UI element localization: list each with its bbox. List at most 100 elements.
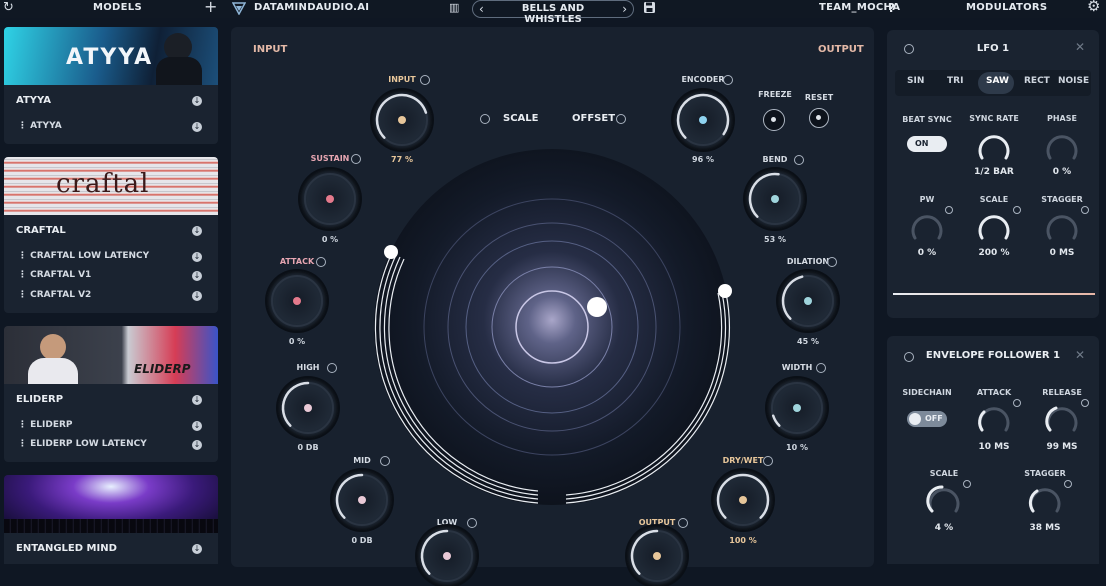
knob-indicator xyxy=(304,404,312,412)
beat-sync-toggle[interactable]: ON xyxy=(907,136,947,152)
close-icon[interactable]: ✕ xyxy=(1075,348,1085,362)
close-icon[interactable]: ✕ xyxy=(1075,40,1085,54)
knob-mod-toggle-drywet[interactable] xyxy=(763,456,773,466)
download-icon[interactable]: ↓ xyxy=(192,252,202,262)
release-label: RELEASE xyxy=(1042,388,1082,397)
waveform-tab-sin[interactable]: SIN xyxy=(907,76,924,86)
env-scale-mod-toggle[interactable] xyxy=(963,480,971,488)
download-icon[interactable]: ↓ xyxy=(192,291,202,301)
knob-low[interactable] xyxy=(417,526,477,586)
model-version[interactable]: ⋮ CRAFTAL V1 xyxy=(18,270,91,280)
knob-indicator xyxy=(771,195,779,203)
lfo-stagger-value: 0 MS xyxy=(1049,248,1075,258)
visualizer-center-handle[interactable] xyxy=(587,297,607,317)
phase-knob[interactable] xyxy=(1044,130,1080,166)
help-icon[interactable]: ? xyxy=(888,1,895,15)
knob-value-drywet: 100 % xyxy=(729,536,757,545)
preset-name[interactable]: BELLS AND WHISTLES xyxy=(495,3,611,25)
download-icon[interactable]: ↓ xyxy=(192,421,202,431)
scale-toggle[interactable] xyxy=(480,114,490,124)
visualizer-handle-right[interactable] xyxy=(718,284,732,298)
knob-mod-toggle-dilation[interactable] xyxy=(827,257,837,267)
knob-high[interactable] xyxy=(278,378,338,438)
knob-sustain[interactable] xyxy=(300,169,360,229)
knob-attack[interactable] xyxy=(267,271,327,331)
knob-indicator xyxy=(358,496,366,504)
release-mod-toggle[interactable] xyxy=(1081,399,1089,407)
knob-mod-toggle-bend[interactable] xyxy=(794,155,804,165)
knob-mod-toggle-high[interactable] xyxy=(327,363,337,373)
knob-drywet[interactable] xyxy=(713,470,773,530)
knob-mod-toggle-mid[interactable] xyxy=(380,456,390,466)
sync-rate-knob[interactable] xyxy=(976,130,1012,166)
offset-toggle[interactable] xyxy=(616,114,626,124)
freeze-button[interactable] xyxy=(763,109,785,131)
download-icon[interactable]: ↓ xyxy=(192,96,202,106)
model-version[interactable]: ⋮ CRAFTAL LOW LATENCY xyxy=(18,251,149,261)
model-card-eliderp[interactable]: ELIDERP ELIDERP ↓ ⋮ ELIDERP ↓ ⋮ ELIDERP … xyxy=(4,326,218,462)
knob-mod-toggle-encoder[interactable] xyxy=(723,75,733,85)
env-stagger-mod-toggle[interactable] xyxy=(1064,480,1072,488)
model-card-entangled-mind[interactable]: ENTANGLED MIND ↓ xyxy=(4,475,218,564)
model-name: CRAFTAL xyxy=(16,225,66,236)
model-card-atyya[interactable]: ATYYA ATYYA ↓ ⋮ ATYYA ↓ xyxy=(4,27,218,144)
waveform-tab-noise[interactable]: NOISE xyxy=(1058,76,1089,86)
gear-icon[interactable]: ⚙ xyxy=(1087,0,1100,14)
pw-mod-toggle[interactable] xyxy=(945,206,953,214)
download-icon[interactable]: ↓ xyxy=(192,440,202,450)
knob-dilation[interactable] xyxy=(778,271,838,331)
model-version[interactable]: ⋮ ATYYA xyxy=(18,121,62,131)
env-scale-knob[interactable] xyxy=(926,483,962,519)
knob-output[interactable] xyxy=(627,526,687,586)
lfo-scale-knob[interactable] xyxy=(976,210,1012,246)
release-knob[interactable] xyxy=(1044,402,1080,438)
add-model-icon[interactable]: + xyxy=(204,0,217,15)
knob-encoder[interactable] xyxy=(673,90,733,150)
knob-mid[interactable] xyxy=(332,470,392,530)
model-version[interactable]: ⋮ ELIDERP LOW LATENCY xyxy=(18,439,147,449)
lfo-stagger-knob[interactable] xyxy=(1044,210,1080,246)
save-icon[interactable] xyxy=(643,1,656,14)
model-version[interactable]: ⋮ CRAFTAL V2 xyxy=(18,290,91,300)
sidechain-toggle[interactable]: OFF xyxy=(907,411,947,427)
waveform-tab-rect[interactable]: RECT xyxy=(1024,76,1050,86)
library-icon[interactable]: ▥ xyxy=(449,1,459,14)
model-version[interactable]: ⋮ ELIDERP xyxy=(18,420,73,430)
knob-value-bend: 53 % xyxy=(764,235,786,244)
waveform-tab-tri[interactable]: TRI xyxy=(947,76,963,86)
reset-button[interactable] xyxy=(809,108,829,128)
knob-width[interactable] xyxy=(767,378,827,438)
env-attack-mod-toggle[interactable] xyxy=(1013,399,1021,407)
model-name: ATYYA xyxy=(16,95,52,106)
download-icon[interactable]: ↓ xyxy=(192,544,202,554)
next-preset-icon[interactable]: › xyxy=(622,2,627,16)
sync-rate-value: 1/2 BAR xyxy=(974,167,1014,177)
env-stagger-knob[interactable] xyxy=(1027,483,1063,519)
knob-mod-toggle-sustain[interactable] xyxy=(351,154,361,164)
knob-input[interactable] xyxy=(372,90,432,150)
lfo-scale-mod-toggle[interactable] xyxy=(1013,206,1021,214)
download-icon[interactable]: ↓ xyxy=(192,122,202,132)
visualizer-handle-left[interactable] xyxy=(384,245,398,259)
prev-preset-icon[interactable]: ‹ xyxy=(479,2,484,16)
download-icon[interactable]: ↓ xyxy=(192,226,202,236)
lfo-stagger-mod-toggle[interactable] xyxy=(1081,206,1089,214)
pw-knob[interactable] xyxy=(909,210,945,246)
brand-name: DATAMINDAUDIO.AI xyxy=(254,2,370,13)
knob-bend[interactable] xyxy=(745,169,805,229)
download-icon[interactable]: ↓ xyxy=(192,395,202,405)
visualizer[interactable] xyxy=(366,143,738,515)
knob-mod-toggle-attack[interactable] xyxy=(316,257,326,267)
env-scale-value: 4 % xyxy=(934,523,954,533)
models-title: MODELS xyxy=(93,2,142,13)
download-icon[interactable]: ↓ xyxy=(192,271,202,281)
sync-rate-label: SYNC RATE xyxy=(969,114,1019,123)
env-attack-knob[interactable] xyxy=(976,402,1012,438)
knob-mod-toggle-input[interactable] xyxy=(420,75,430,85)
env-scale-label: SCALE xyxy=(929,469,959,478)
refresh-icon[interactable]: ↻ xyxy=(3,1,14,14)
knob-value-width: 10 % xyxy=(786,443,808,452)
waveform-tab-saw[interactable]: SAW xyxy=(986,76,1009,86)
model-card-craftal[interactable]: craftal CRAFTAL ↓ ⋮ CRAFTAL LOW LATENCY … xyxy=(4,157,218,313)
knob-mod-toggle-width[interactable] xyxy=(816,363,826,373)
